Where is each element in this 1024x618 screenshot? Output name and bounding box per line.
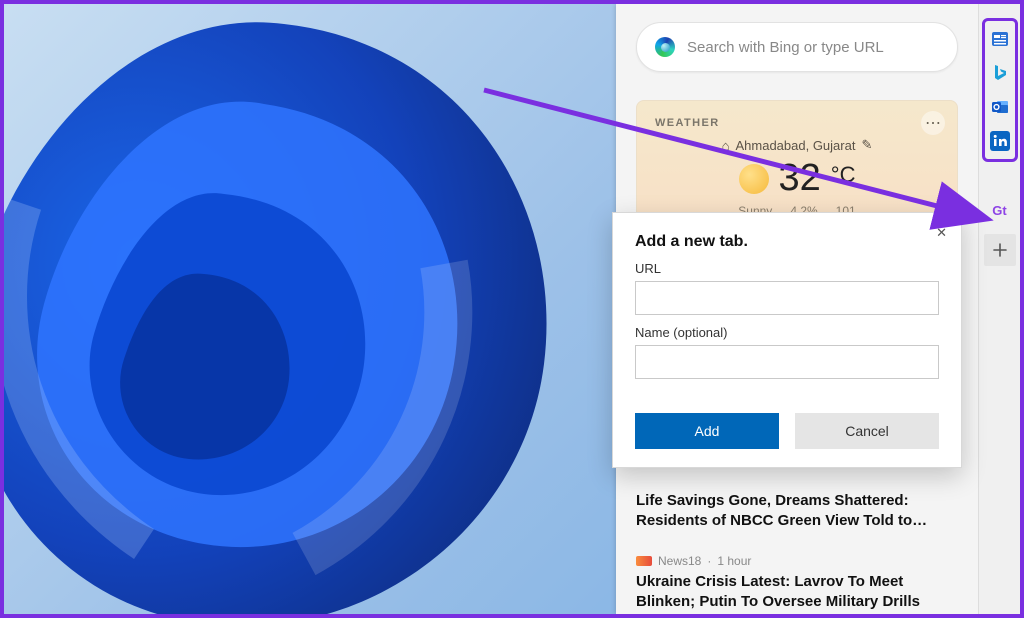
add-button[interactable]: Add — [635, 413, 779, 449]
weather-location: ⌂ Ahmadabad, Gujarat ✎ — [655, 137, 939, 153]
add-tab-button[interactable] — [984, 234, 1016, 266]
linkedin-icon[interactable] — [988, 129, 1012, 153]
news-source: News18 — [658, 554, 701, 568]
edge-sidebar-rail: Gt — [978, 4, 1020, 614]
wallpaper — [4, 4, 664, 614]
news-icon[interactable] — [988, 27, 1012, 51]
screenshot-frame: WEATHER ⋯ ⌂ Ahmadabad, Gujarat ✎ 32 °C S… — [4, 4, 1020, 614]
edge-icon — [655, 37, 675, 57]
gt-icon[interactable]: Gt — [988, 198, 1012, 222]
weather-unit: °C — [831, 162, 856, 188]
news-headline: Life Savings Gone, Dreams Shattered: Res… — [636, 491, 958, 532]
rail-highlight-group — [982, 18, 1018, 162]
weather-more-button[interactable]: ⋯ — [921, 111, 945, 135]
cancel-button[interactable]: Cancel — [795, 413, 939, 449]
news-age: 1 hour — [717, 554, 751, 568]
search-input[interactable] — [687, 39, 939, 56]
url-input[interactable] — [635, 281, 939, 315]
dialog-title: Add a new tab. — [635, 233, 939, 251]
search-box[interactable] — [636, 22, 958, 72]
news-source-logo — [636, 556, 652, 566]
url-label: URL — [635, 261, 939, 276]
weather-temperature: 32 — [779, 157, 821, 200]
weather-card: WEATHER ⋯ ⌂ Ahmadabad, Gujarat ✎ 32 °C S… — [636, 100, 958, 227]
home-icon: ⌂ — [722, 138, 730, 153]
news-headline: Ukraine Crisis Latest: Lavrov To Meet Bl… — [636, 572, 958, 613]
bing-icon[interactable] — [988, 61, 1012, 85]
outlook-icon[interactable] — [988, 95, 1012, 119]
close-icon[interactable]: ✕ — [936, 225, 947, 241]
edit-location-icon[interactable]: ✎ — [861, 137, 872, 153]
add-tab-dialog: ✕ Add a new tab. URL Name (optional) Add… — [612, 212, 962, 468]
name-input[interactable] — [635, 345, 939, 379]
name-label: Name (optional) — [635, 325, 939, 340]
news-item[interactable]: News18 · 1 hour Ukraine Crisis Latest: L… — [636, 546, 958, 615]
weather-card-title: WEATHER — [655, 117, 939, 129]
sun-icon — [739, 164, 769, 194]
weather-location-text: Ahmadabad, Gujarat — [735, 138, 855, 153]
news-list: Life Savings Gone, Dreams Shattered: Res… — [636, 479, 958, 614]
news-item[interactable]: Life Savings Gone, Dreams Shattered: Res… — [636, 479, 958, 546]
